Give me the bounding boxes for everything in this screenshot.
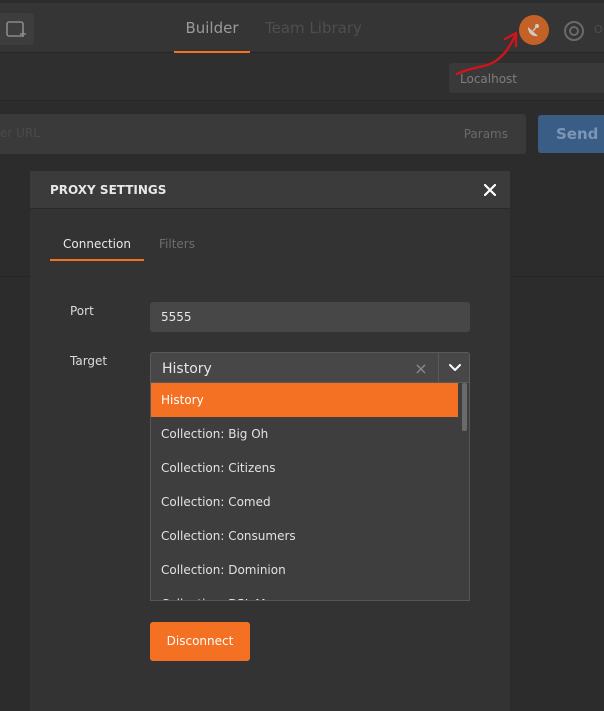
tab-team-library[interactable]: Team Library bbox=[265, 3, 362, 53]
satellite-dish-icon bbox=[528, 24, 539, 37]
dropdown-option[interactable]: Collection: Dominion bbox=[151, 553, 458, 587]
request-url-bar[interactable]: er URL Params bbox=[0, 114, 526, 154]
chevron-down-icon bbox=[448, 363, 461, 371]
target-select-value: History bbox=[162, 361, 212, 377]
sync-button[interactable] bbox=[562, 19, 586, 43]
dropdown-option[interactable]: Collection: Comed bbox=[151, 485, 458, 519]
disconnect-button[interactable]: Disconnect bbox=[150, 622, 250, 661]
tab-builder[interactable]: Builder bbox=[174, 3, 250, 53]
port-input[interactable] bbox=[150, 302, 470, 332]
modal-title: PROXY SETTINGS bbox=[50, 183, 167, 197]
dropdown-option[interactable]: Collection: DPL Money bbox=[151, 587, 458, 600]
dropdown-scrollbar[interactable] bbox=[462, 383, 467, 595]
interceptor-button[interactable] bbox=[519, 15, 549, 45]
target-select[interactable]: History × bbox=[150, 352, 470, 383]
close-icon bbox=[484, 184, 496, 196]
port-label: Port bbox=[70, 304, 94, 318]
scrollbar-thumb[interactable] bbox=[462, 383, 467, 431]
sync-icon bbox=[564, 21, 584, 41]
dropdown-toggle[interactable] bbox=[439, 353, 470, 382]
dropdown-option[interactable]: Collection: Big Oh bbox=[151, 417, 458, 451]
clear-icon[interactable]: × bbox=[413, 359, 429, 378]
dropdown-option[interactable]: Collection: Citizens bbox=[151, 451, 458, 485]
annotation-arrow-icon bbox=[455, 31, 518, 76]
dropdown-option[interactable]: History bbox=[151, 383, 458, 417]
send-button[interactable]: Send bbox=[538, 115, 604, 153]
target-dropdown-list[interactable]: History Collection: Big Oh Collection: C… bbox=[150, 383, 470, 601]
new-tab-button[interactable] bbox=[0, 13, 34, 45]
dropdown-option[interactable]: Collection: Consumers bbox=[151, 519, 458, 553]
tab-filters[interactable]: Filters bbox=[159, 237, 195, 251]
sync-status-label: O bbox=[594, 23, 603, 36]
url-input-placeholder: er URL bbox=[0, 126, 40, 140]
tab-connection[interactable]: Connection bbox=[50, 237, 144, 261]
target-label: Target bbox=[70, 354, 108, 368]
close-button[interactable] bbox=[481, 181, 499, 199]
modal-header: PROXY SETTINGS bbox=[30, 171, 510, 209]
proxy-settings-modal: PROXY SETTINGS Connection Filters Port T… bbox=[30, 171, 510, 711]
new-tab-icon bbox=[6, 21, 26, 37]
params-button[interactable]: Params bbox=[464, 127, 508, 141]
